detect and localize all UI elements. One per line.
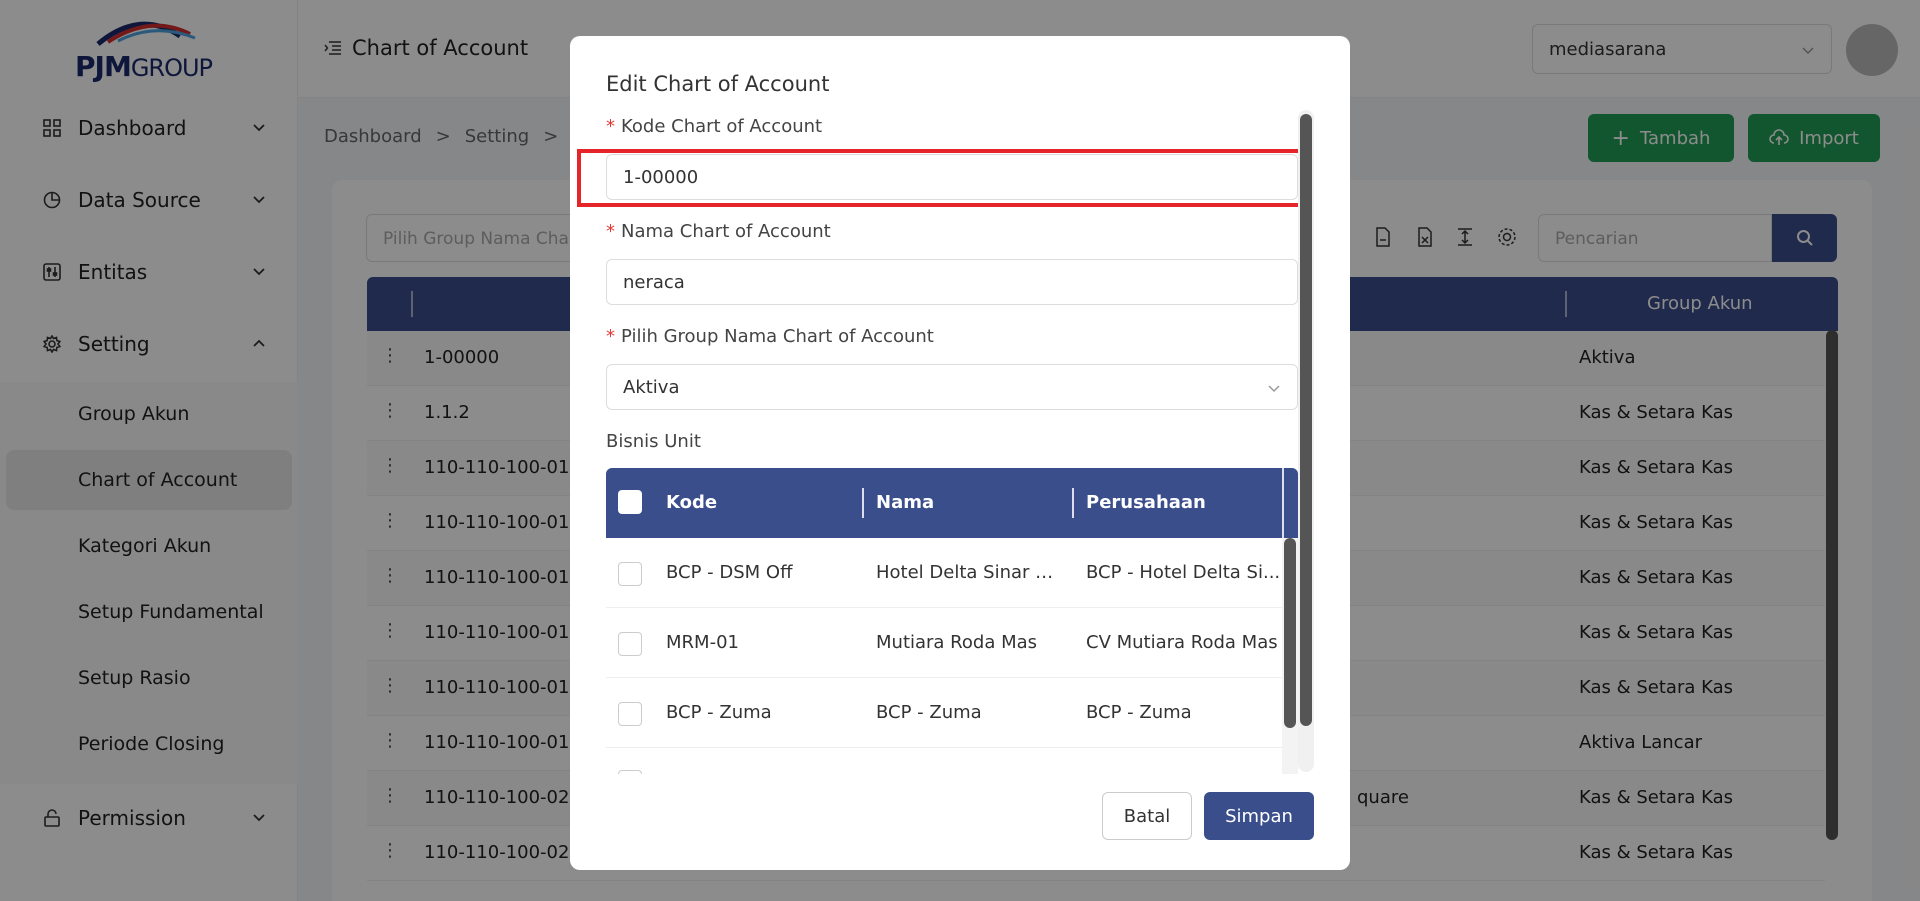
bisnis-unit-row[interactable]: BCP - Zuma BCP - Zuma BCP - Zuma [606, 678, 1282, 748]
bisnis-unit-row[interactable]: BCP - DSM Off Hotel Delta Sinar M... BCP… [606, 538, 1282, 608]
bisnis-unit-row[interactable]: MRM-01 Mutiara Roda Mas CV Mutiara Roda … [606, 608, 1282, 678]
column-header-kode: Kode [666, 492, 718, 513]
kode-label-text: Kode Chart of Account [621, 116, 823, 137]
cancel-button[interactable]: Batal [1102, 792, 1192, 840]
cell-nama: Hotel Delta Sinar M... [876, 562, 1061, 583]
nama-label-text: Nama Chart of Account [621, 221, 831, 242]
cell-nama: BCP - Zuma [876, 702, 982, 723]
cell-kode: BCP - DSM Off [666, 562, 793, 583]
scrollbar-thumb[interactable] [1284, 538, 1296, 728]
group-select-value: Aktiva [623, 377, 680, 398]
edit-coa-modal: Edit Chart of Account * Kode Chart of Acc… [570, 36, 1350, 870]
nama-input[interactable]: neraca [606, 259, 1298, 305]
row-checkbox[interactable] [618, 702, 642, 726]
bisnis-unit-table-header: Kode Nama Perusahaan [606, 468, 1298, 538]
row-checkbox[interactable] [618, 632, 642, 656]
column-header-perusahaan: Perusahaan [1086, 492, 1206, 513]
nama-label: * Nama Chart of Account [606, 221, 831, 242]
column-divider [1072, 488, 1074, 518]
cell-nama: Mutiara Roda Mas [876, 632, 1038, 653]
save-button[interactable]: Simpan [1204, 792, 1314, 840]
cell-kode: BCP - Zuma [666, 702, 772, 723]
chevron-down-icon [1268, 385, 1280, 393]
required-mark: * [606, 116, 615, 137]
row-checkbox[interactable] [618, 562, 642, 586]
column-header-nama: Nama [876, 492, 935, 513]
group-label-text: Pilih Group Nama Chart of Account [621, 326, 934, 347]
bisnis-unit-label: Bisnis Unit [606, 431, 701, 452]
cell-perusahaan: BCP - Hotel Delta Si... [1086, 562, 1281, 583]
scrollbar-thumb[interactable] [1300, 114, 1312, 726]
column-divider [862, 488, 864, 518]
required-mark: * [606, 326, 615, 347]
bisnis-unit-scrollbar[interactable] [1282, 538, 1298, 774]
select-all-checkbox[interactable] [618, 490, 642, 514]
cell-perusahaan: BCP - Zuma [1086, 702, 1192, 723]
modal-scrollbar[interactable] [1298, 110, 1314, 772]
focus-highlight-box [577, 149, 1305, 207]
group-label: * Pilih Group Nama Chart of Account [606, 326, 934, 347]
cell-perusahaan: CV Mutiara Roda Mas [1086, 632, 1278, 653]
required-mark: * [606, 221, 615, 242]
modal-title: Edit Chart of Account [606, 72, 830, 96]
cell-kode: MRM-01 [666, 632, 739, 653]
kode-label: * Kode Chart of Account [606, 116, 822, 137]
group-select[interactable]: Aktiva [606, 364, 1298, 410]
column-divider [1282, 468, 1284, 538]
row-checkbox-partial[interactable] [618, 770, 642, 774]
